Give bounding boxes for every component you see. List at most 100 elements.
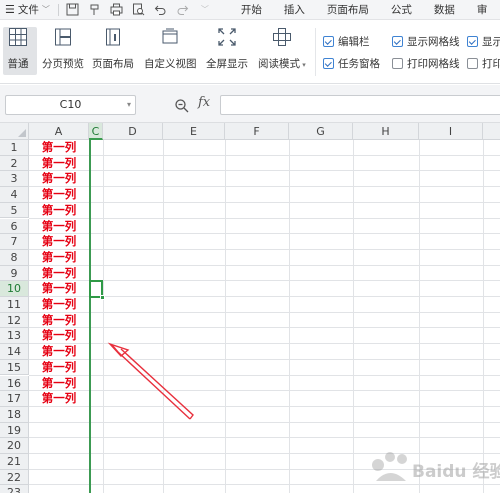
select-all-button[interactable] bbox=[0, 123, 29, 140]
tab-page-layout[interactable]: 页面布局 bbox=[316, 0, 380, 20]
cell-a2[interactable]: 第一列 bbox=[29, 156, 89, 172]
print-headings-checkbox[interactable]: 打印 bbox=[467, 56, 500, 71]
cell-a11[interactable]: 第一列 bbox=[29, 297, 89, 313]
row-header-3[interactable]: 3 bbox=[0, 171, 29, 188]
print-preview-icon[interactable] bbox=[131, 2, 147, 18]
row-header-20[interactable]: 20 bbox=[0, 438, 29, 454]
name-box[interactable]: C10 ▾ bbox=[5, 95, 136, 115]
chevron-down-icon: ▾ bbox=[300, 61, 306, 69]
cell-a7[interactable]: 第一列 bbox=[29, 234, 89, 250]
save-icon[interactable] bbox=[65, 2, 81, 18]
column-header-i[interactable]: I bbox=[419, 123, 483, 140]
reading-mode-button[interactable]: 阅读模式 ▾ bbox=[258, 26, 306, 71]
tab-start[interactable]: 开始 bbox=[230, 0, 273, 20]
cell-a13[interactable]: 第一列 bbox=[29, 328, 89, 344]
grid-row-line bbox=[29, 170, 500, 172]
fx-icon[interactable]: fx bbox=[198, 95, 210, 110]
zoom-icon[interactable] bbox=[174, 98, 190, 114]
row-header-18[interactable]: 18 bbox=[0, 406, 29, 423]
row-header-12[interactable]: 12 bbox=[0, 312, 29, 329]
column-header-j[interactable] bbox=[483, 123, 500, 140]
tab-formula[interactable]: 公式 bbox=[380, 0, 423, 20]
cell-a12[interactable]: 第一列 bbox=[29, 313, 89, 329]
print-headings-checkbox-label: 打印 bbox=[482, 58, 500, 70]
custom-view-button[interactable]: 自定义视图 bbox=[144, 26, 197, 71]
file-menu[interactable]: ☰ 文件 ﹀ bbox=[0, 0, 55, 20]
task-pane-checkbox[interactable]: 任务窗格 bbox=[323, 56, 380, 71]
cell-a14[interactable]: 第一列 bbox=[29, 344, 89, 360]
row-header-1[interactable]: 1 bbox=[0, 140, 29, 156]
column-header-g[interactable]: G bbox=[289, 123, 353, 140]
show-headings-checkbox[interactable]: 显示 bbox=[467, 34, 500, 49]
row-header-17[interactable]: 17 bbox=[0, 391, 29, 407]
row-header-11[interactable]: 11 bbox=[0, 297, 29, 313]
grid-row-line bbox=[29, 264, 500, 266]
full-screen-button[interactable]: 全屏显示 bbox=[206, 26, 248, 71]
column-header-d[interactable]: D bbox=[103, 123, 163, 140]
tab-data[interactable]: 数据 bbox=[423, 0, 466, 20]
cell-a10[interactable]: 第一列 bbox=[29, 281, 89, 297]
grid-row-line bbox=[29, 343, 500, 345]
grid-row-line bbox=[29, 405, 500, 407]
grid-row-line bbox=[29, 217, 500, 219]
spreadsheet-grid[interactable]: ACDEFGHI 1 2 3 4 5 6 7 8 9 10 11 12 13 14 15 16 17 18 19 20… bbox=[0, 123, 500, 493]
row-header-7[interactable]: 7 bbox=[0, 234, 29, 250]
cell-a9[interactable]: 第一列 bbox=[29, 266, 89, 282]
row-header-21[interactable]: 21 bbox=[0, 454, 29, 470]
row-header-8[interactable]: 8 bbox=[0, 249, 29, 266]
print-icon[interactable] bbox=[109, 2, 125, 18]
print-gridlines-checkbox[interactable]: 打印网格线 bbox=[392, 56, 460, 71]
row-header-10[interactable]: 10 bbox=[0, 281, 29, 297]
cell-a17[interactable]: 第一列 bbox=[29, 391, 89, 407]
row-header-5[interactable]: 5 bbox=[0, 202, 29, 219]
row-header-22[interactable]: 22 bbox=[0, 469, 29, 486]
column-header-h[interactable]: H bbox=[353, 123, 419, 140]
row-header-4[interactable]: 4 bbox=[0, 187, 29, 203]
chevron-down-icon[interactable]: ▾ bbox=[127, 96, 131, 114]
formula-bar: C10 ▾ fx bbox=[0, 85, 500, 123]
row-header-14[interactable]: 14 bbox=[0, 344, 29, 360]
grid-row-line bbox=[29, 374, 500, 376]
customize-toolbar-icon[interactable]: ﹀ bbox=[197, 2, 213, 18]
row-header-6[interactable]: 6 bbox=[0, 218, 29, 235]
cell-a15[interactable]: 第一列 bbox=[29, 360, 89, 376]
file-menu-label: 文件 bbox=[17, 4, 39, 16]
grid-icon bbox=[6, 26, 30, 48]
row-header-15[interactable]: 15 bbox=[0, 359, 29, 376]
row-header-9[interactable]: 9 bbox=[0, 265, 29, 282]
cell-a6[interactable]: 第一列 bbox=[29, 219, 89, 235]
column-header-e[interactable]: E bbox=[163, 123, 225, 140]
column-header-a[interactable]: A bbox=[29, 123, 89, 140]
tab-insert[interactable]: 插入 bbox=[273, 0, 316, 20]
row-header-2[interactable]: 2 bbox=[0, 155, 29, 172]
show-gridlines-checkbox[interactable]: 显示网格线 bbox=[392, 34, 460, 49]
task-pane-checkbox-label: 任务窗格 bbox=[338, 58, 380, 70]
normal-view-button[interactable]: 普通 bbox=[6, 26, 30, 71]
cell-a16[interactable]: 第一列 bbox=[29, 376, 89, 392]
page-break-preview-button[interactable]: 分页预览 bbox=[42, 26, 84, 71]
name-box-value: C10 bbox=[59, 98, 82, 111]
undo-icon[interactable] bbox=[153, 2, 169, 18]
custom-view-label: 自定义视图 bbox=[144, 58, 197, 70]
checkbox-unchecked-icon bbox=[392, 58, 403, 69]
page-layout-button[interactable]: 页面布局 bbox=[92, 26, 134, 71]
tab-review[interactable]: 审 bbox=[466, 0, 499, 20]
show-gridlines-checkbox-label: 显示网格线 bbox=[407, 36, 460, 48]
row-header-13[interactable]: 13 bbox=[0, 328, 29, 345]
row-header-19[interactable]: 19 bbox=[0, 422, 29, 439]
cell-a1[interactable]: 第一列 bbox=[29, 140, 89, 156]
cell-a8[interactable]: 第一列 bbox=[29, 250, 89, 266]
cell-a5[interactable]: 第一列 bbox=[29, 203, 89, 219]
format-painter-icon[interactable] bbox=[87, 2, 103, 18]
fill-handle[interactable] bbox=[100, 295, 105, 300]
cell-a3[interactable]: 第一列 bbox=[29, 171, 89, 187]
formula-bar-checkbox[interactable]: 编辑栏 bbox=[323, 34, 370, 49]
row-header-23[interactable]: 23 bbox=[0, 485, 29, 493]
column-header-f[interactable]: F bbox=[225, 123, 289, 140]
checkbox-checked-icon bbox=[323, 58, 334, 69]
formula-input[interactable] bbox=[220, 95, 500, 115]
column-header-c[interactable]: C bbox=[89, 123, 103, 140]
row-header-16[interactable]: 16 bbox=[0, 375, 29, 392]
cell-a4[interactable]: 第一列 bbox=[29, 187, 89, 203]
redo-icon[interactable] bbox=[175, 2, 191, 18]
